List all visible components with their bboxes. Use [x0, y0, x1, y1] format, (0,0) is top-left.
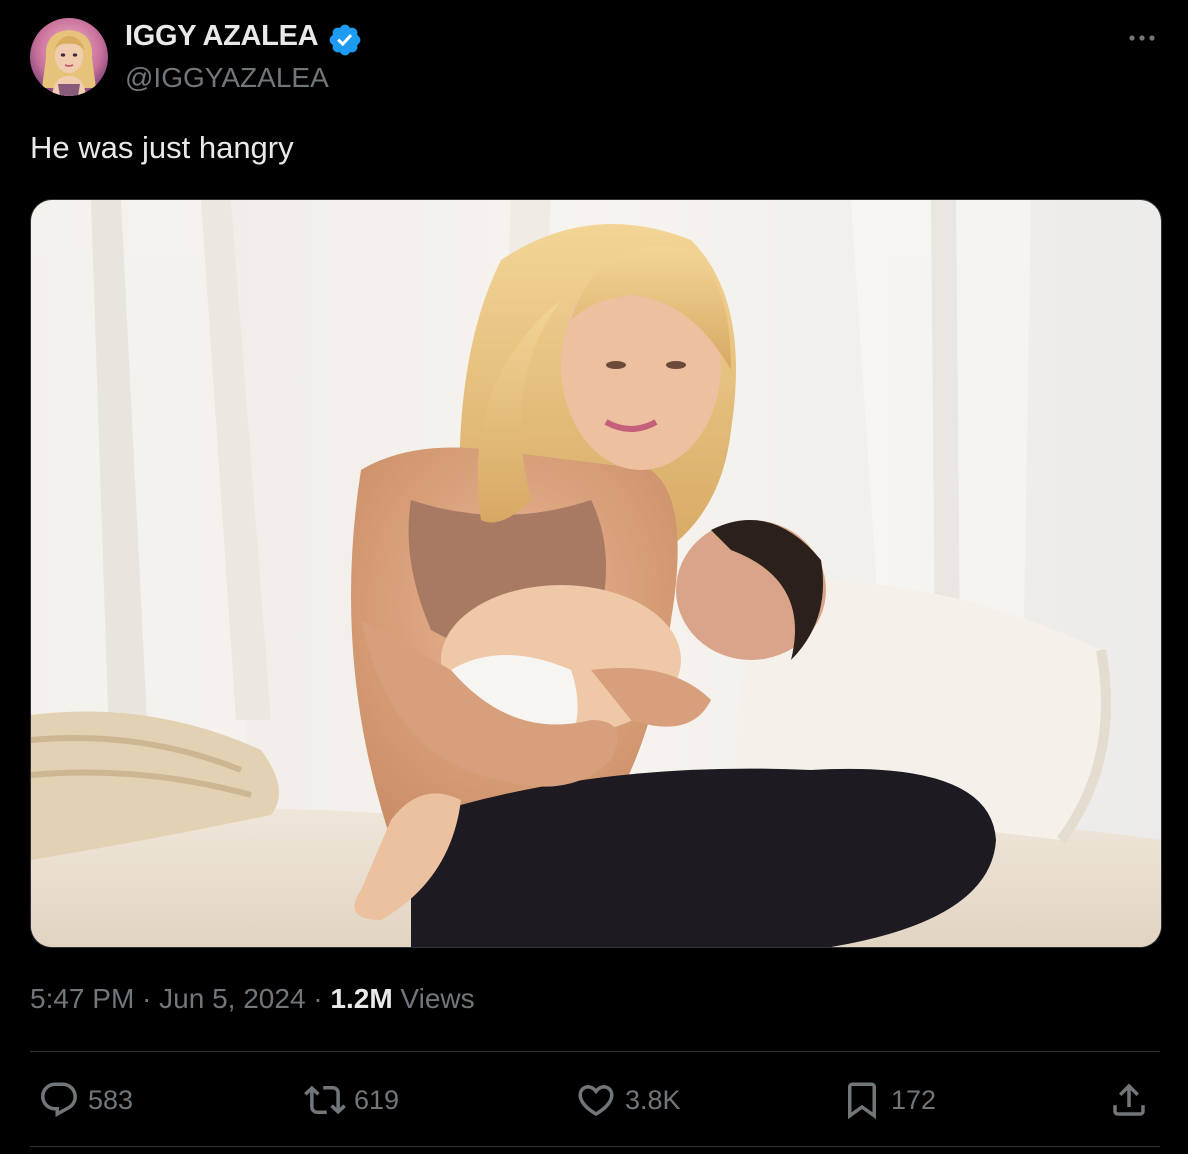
retweet-icon [304, 1085, 346, 1115]
share-button[interactable] [1108, 1078, 1150, 1122]
heart-icon [578, 1085, 614, 1117]
bookmark-icon [848, 1082, 876, 1120]
photo-icon [31, 200, 1161, 947]
views-label: Views [392, 983, 475, 1014]
author-handle[interactable]: @IGGYAZALEA [125, 62, 329, 94]
tweet-meta: 5:47 PM · Jun 5, 2024 · 1.2M Views [30, 983, 475, 1015]
author-display-name[interactable]: IGGY AZALEA [125, 20, 319, 53]
like-count: 3.8K [625, 1084, 681, 1115]
reply-icon [41, 1082, 77, 1117]
bookmark-count: 172 [891, 1084, 937, 1115]
tweet: IGGY AZALEA @IGGYAZALEA He was just hang… [0, 0, 1188, 1154]
retweet-count: 619 [354, 1084, 400, 1115]
retweet-button[interactable]: 619 [304, 1078, 399, 1122]
tweet-time[interactable]: 5:47 PM [30, 983, 134, 1014]
views-count: 1.2M [330, 983, 393, 1014]
meta-separator: · [134, 983, 160, 1014]
divider [30, 1051, 1160, 1052]
divider [30, 1146, 1160, 1147]
tweet-text: He was just hangry [30, 130, 294, 165]
share-icon [1113, 1083, 1145, 1116]
avatar-illustration-icon [30, 18, 108, 96]
verified-badge-icon [329, 24, 361, 56]
tweet-media-image[interactable] [30, 199, 1162, 948]
meta-separator: · [305, 983, 331, 1014]
reply-button[interactable]: 583 [38, 1078, 133, 1122]
reply-count: 583 [88, 1084, 134, 1115]
like-button[interactable]: 3.8K [575, 1078, 681, 1122]
author-avatar[interactable] [30, 18, 108, 96]
bookmark-button[interactable]: 172 [841, 1078, 936, 1122]
tweet-date[interactable]: Jun 5, 2024 [159, 983, 305, 1014]
more-options-icon[interactable] [1124, 22, 1160, 54]
